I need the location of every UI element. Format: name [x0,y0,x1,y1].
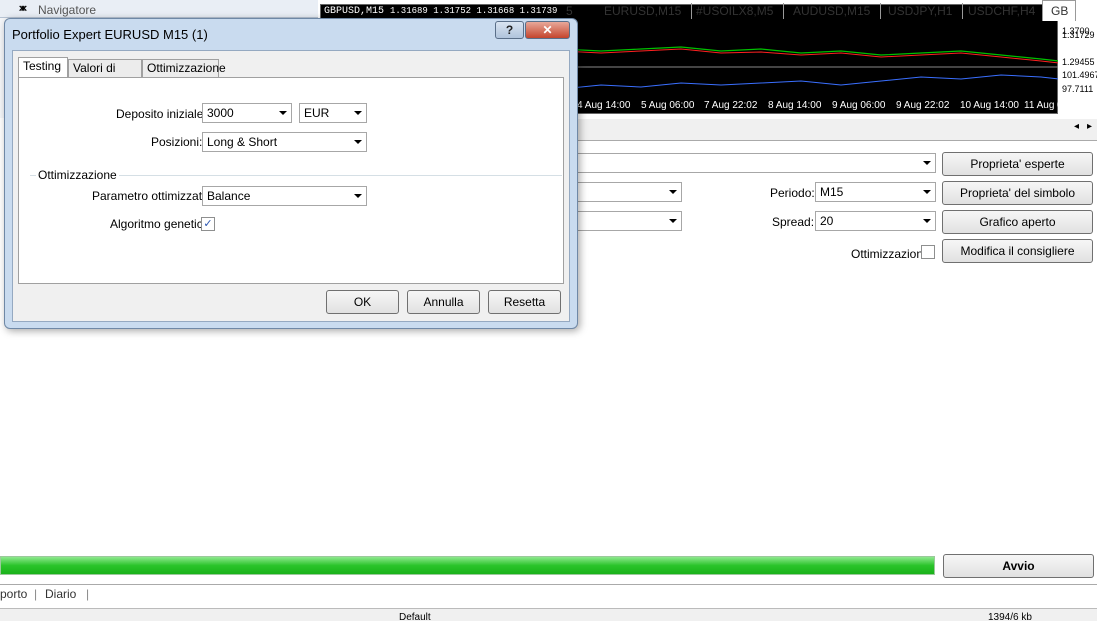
tab-separator: | [34,587,38,601]
help-button[interactable]: ? [495,21,524,39]
parametro-label: Parametro ottimizzato: [92,189,213,203]
ottimizzazione-label: Ottimizzazione [851,247,930,261]
time-label: 10 Aug 14:00 [960,100,1019,111]
expert-select[interactable] [570,153,936,173]
tab-separator: | [86,587,90,601]
algoritmo-label: Algoritmo genetico [110,217,210,231]
symbol-select[interactable] [570,182,682,202]
deposito-input[interactable]: 3000 [202,103,292,123]
navigator-title: Navigatore [38,3,97,17]
chart-tab[interactable]: AUDUSD,M15 [783,3,882,19]
time-label: 9 Aug 06:00 [832,100,886,111]
bottom-tabs-bar [0,584,1097,606]
status-memory: 1394/6 kb [988,612,1032,621]
price-label: 1.31729 [1062,30,1095,40]
modifica-consigliere-button[interactable]: Modifica il consigliere [942,239,1093,263]
chart-tab[interactable]: 5 [566,3,573,19]
tab-ottimizzazione[interactable]: Ottimizzazione [142,59,226,78]
tab-diario[interactable]: Diario [45,587,76,601]
proprieta-simbolo-button[interactable]: Proprieta' del simbolo [942,181,1093,205]
model-select[interactable] [570,211,682,231]
periodo-label: Periodo: [770,186,815,200]
chart-tabs-bar [562,119,1097,141]
posizioni-select[interactable]: Long & Short [202,132,367,152]
tab-scroll-right-icon[interactable]: ▸ [1087,121,1092,132]
chart-tab[interactable]: USDCHF,H4 [958,3,1047,19]
annulla-button[interactable]: Annulla [407,290,480,314]
tab-valori-input[interactable]: Valori di input [68,59,142,92]
chart-quote: 1.31689 1.31752 1.31668 1.31739 [390,6,558,16]
chart-symbol-title: GBPUSD,M15 [324,6,385,17]
grafico-aperto-button[interactable]: Grafico aperto [942,210,1093,234]
chart-tab-active[interactable]: GB [1042,0,1076,21]
status-profile: Default [399,612,431,621]
tab-scroll-left-icon[interactable]: ◂ [1074,121,1079,132]
resetta-button[interactable]: Resetta [488,290,561,314]
chart-tab[interactable]: #USOILX8,M5 [686,3,785,19]
parametro-select[interactable]: Balance [202,186,367,206]
time-label: 5 Aug 06:00 [641,100,695,111]
price-label: 101.4967 [1062,70,1097,80]
tab-testing[interactable]: Testing [18,57,68,78]
spread-select[interactable]: 20 [815,211,936,231]
navigator-close-icon[interactable]: × [16,1,32,17]
proprieta-esperte-button[interactable]: Proprieta' esperte [942,152,1093,176]
chart-tab[interactable]: USDJPY,H1 [878,3,964,19]
spread-label: Spread: [772,215,815,229]
ok-button[interactable]: OK [326,290,399,314]
price-label: 97.7111 [1062,84,1094,94]
ottimizzazione-checkbox[interactable] [921,245,935,259]
group-title: Ottimizzazione [36,168,119,182]
price-label: 1.29455 [1062,57,1095,67]
chart-tab[interactable]: EURUSD,M15 [594,3,693,19]
status-bar [0,608,1097,621]
algoritmo-checkbox[interactable]: ✓ [201,217,215,231]
currency-select[interactable]: EUR [299,103,367,123]
deposito-label: Deposito iniziale: [116,107,207,121]
time-label: 9 Aug 22:02 [896,100,950,111]
time-label: 7 Aug 22:02 [704,100,758,111]
tab-rapporto[interactable]: porto [0,587,27,601]
avvio-button[interactable]: Avvio [943,554,1094,578]
time-label: 4 Aug 14:00 [577,100,631,111]
posizioni-label: Posizioni: [151,135,203,149]
time-label: 11 Aug 06:00 [1024,100,1083,111]
close-button[interactable]: ✕ [525,21,570,39]
dialog-title: Portfolio Expert EURUSD M15 (1) [12,27,208,42]
test-progress-bar [0,556,935,575]
periodo-select[interactable]: M15 [815,182,936,202]
time-label: 8 Aug 14:00 [768,100,822,111]
